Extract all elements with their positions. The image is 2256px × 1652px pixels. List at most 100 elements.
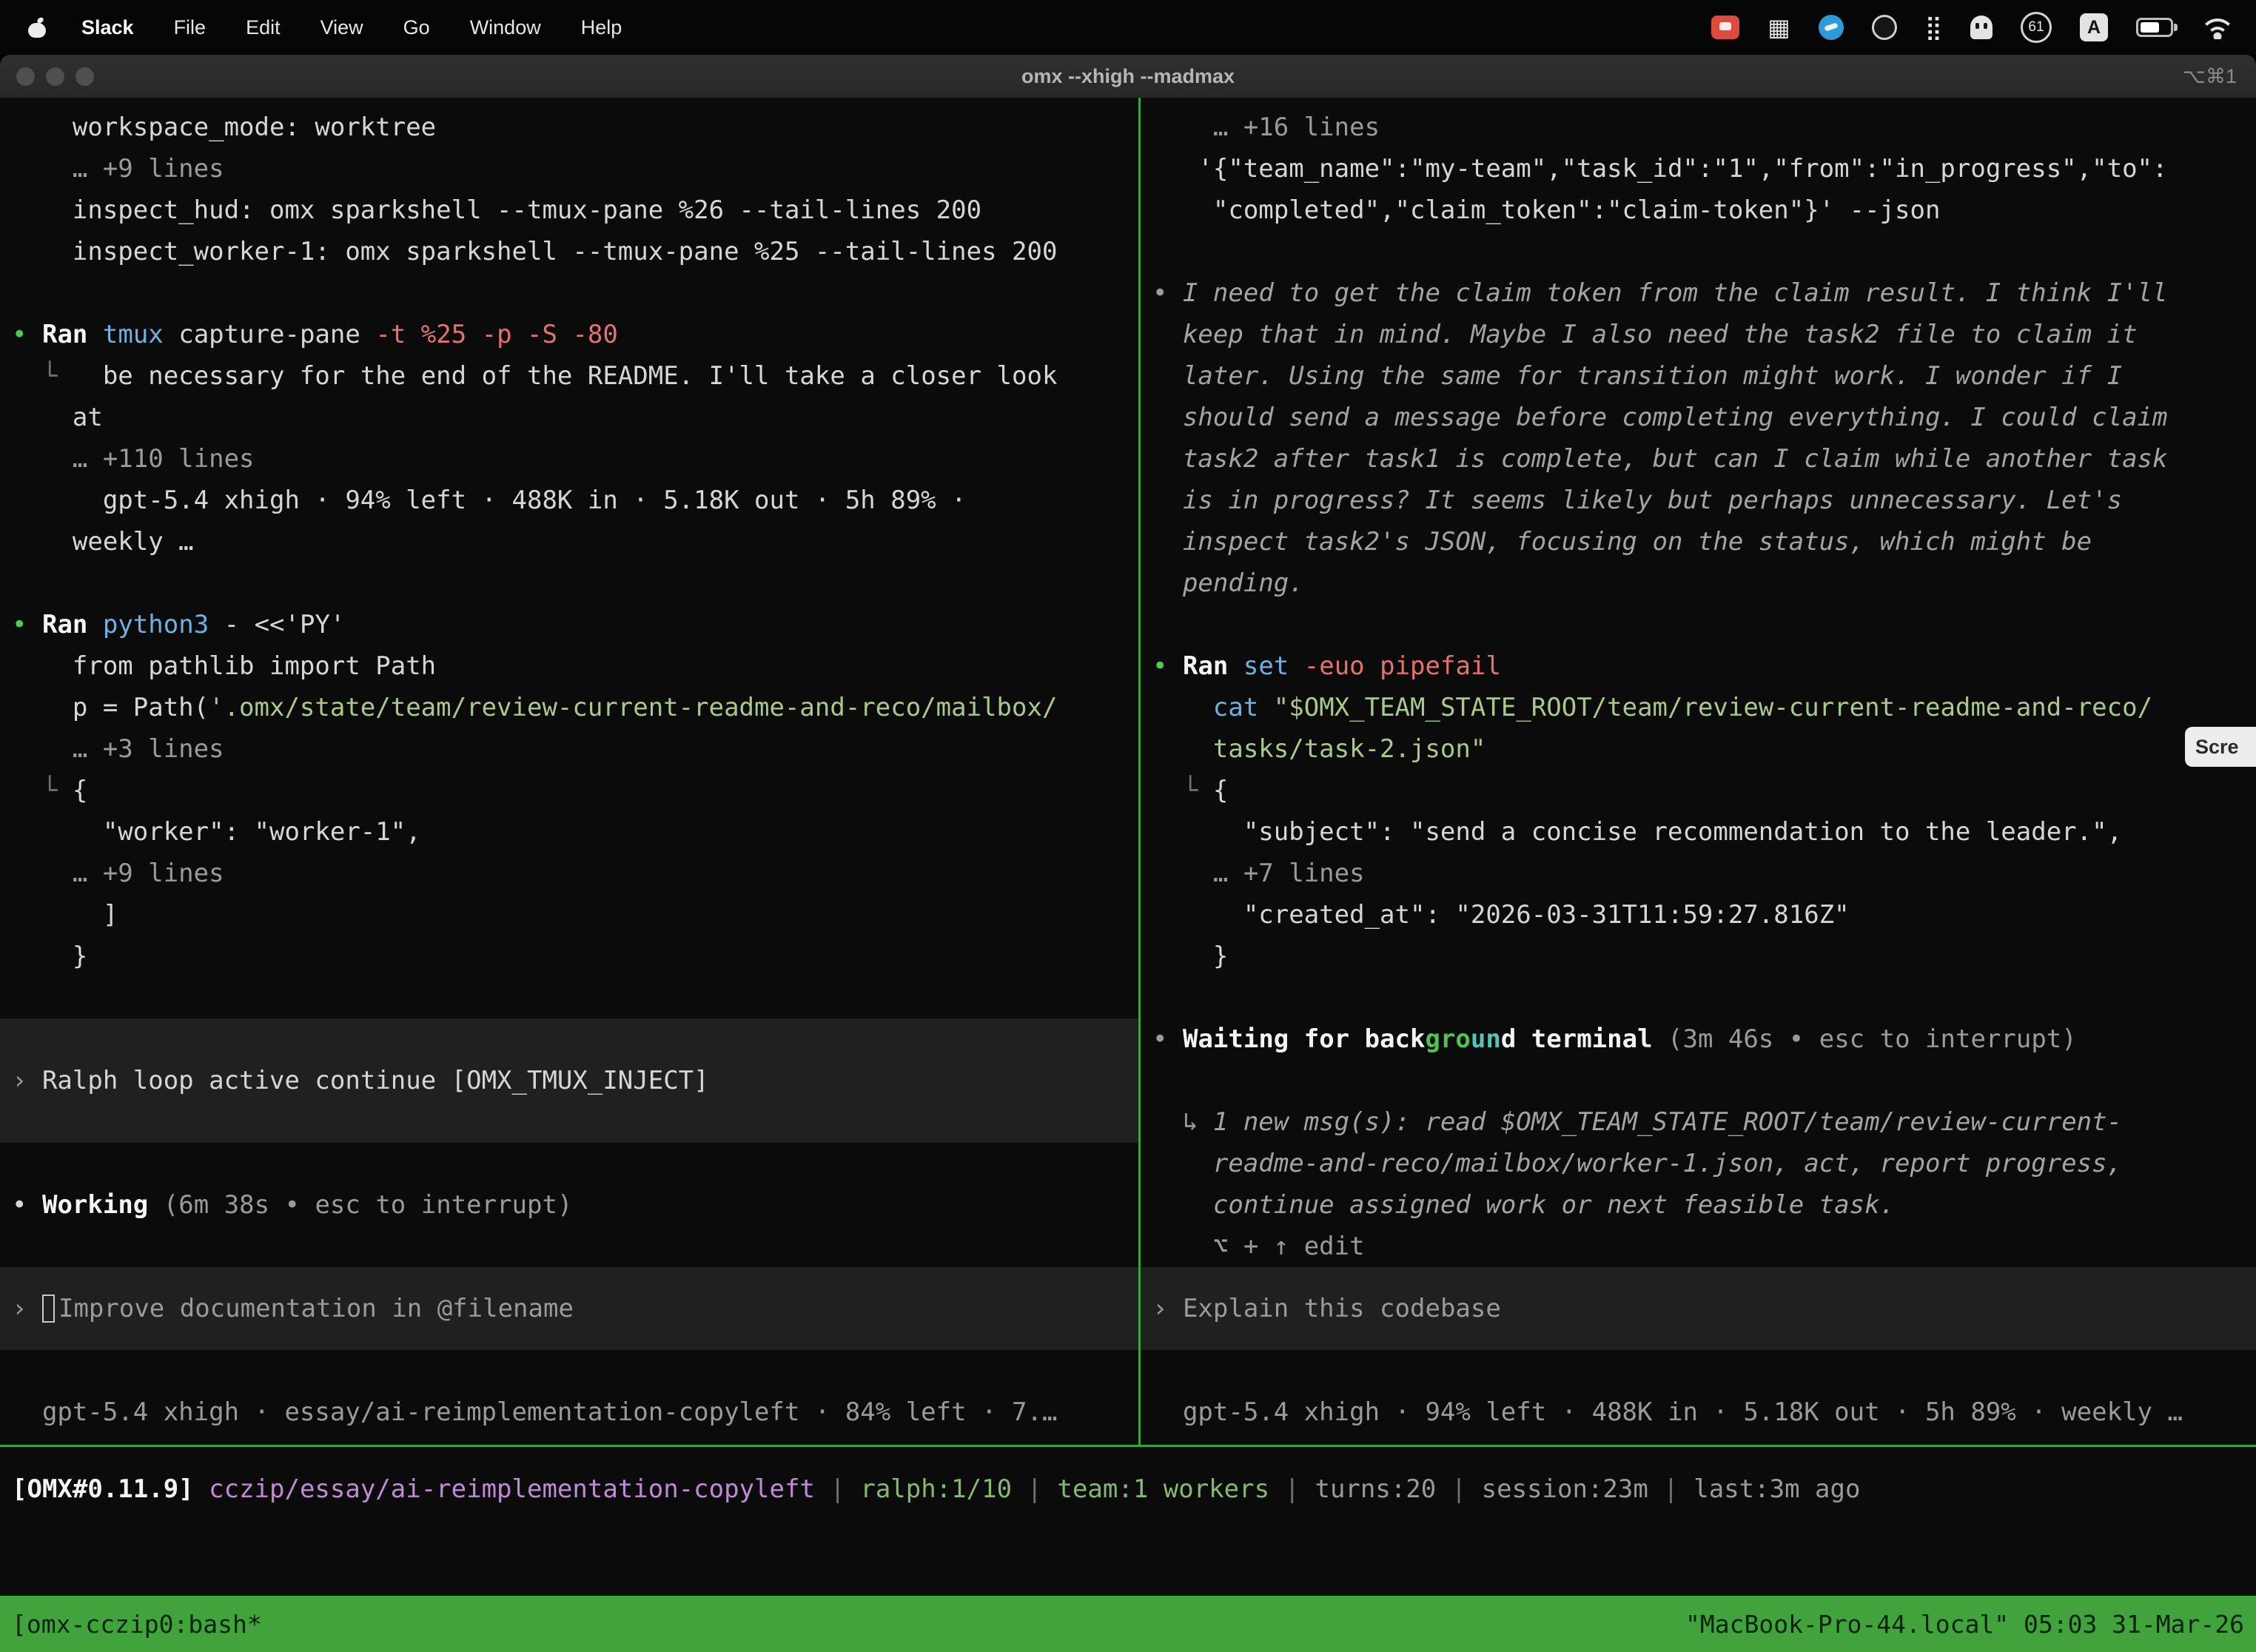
composer-input-row[interactable]: › Improve documentation in @filename	[0, 1267, 1138, 1350]
text-segment: p = Path(	[12, 693, 209, 722]
terminal-line: from pathlib import Path	[12, 645, 1138, 687]
ralph-loop-prompt-row[interactable]: › Ralph loop active continue [OMX_TMUX_I…	[0, 1018, 1138, 1143]
terminal-line: • I need to get the claim token from the…	[1152, 272, 2256, 314]
dark-app-icon[interactable]	[1872, 15, 1897, 40]
terminal-line: • Working (6m 38s • esc to interrupt)	[12, 1184, 1138, 1226]
text-segment	[148, 1190, 163, 1220]
menu-view[interactable]: View	[320, 16, 363, 39]
tmux-host-and-clock: "MacBook-Pro-44.local" 05:03 31-Mar-26	[1685, 1610, 2244, 1639]
apple-menu-icon[interactable]	[28, 18, 46, 38]
text-segment: "subject": "send a concise recommendatio…	[1152, 817, 2122, 847]
zoom-button[interactable]	[75, 67, 94, 86]
terminal-line: p = Path('.omx/state/team/review-current…	[12, 687, 1138, 728]
text-segment: |	[1269, 1474, 1315, 1504]
terminal-line: }	[12, 936, 1138, 977]
input-source-icon[interactable]: A	[2080, 13, 2108, 41]
terminal-line: gpt-5.4 xhigh · essay/ai-reimplementatio…	[12, 1391, 1138, 1433]
text-segment: |	[1648, 1474, 1693, 1504]
close-button[interactable]	[16, 67, 35, 86]
macos-menu-bar: Slack File Edit View Go Window Help ▦ ⣿ 61 A	[0, 0, 2256, 55]
text-segment	[1228, 651, 1243, 681]
text-segment	[1152, 734, 1213, 764]
terminal-line: "worker": "worker-1",	[12, 811, 1138, 853]
text-segment: Ran	[1183, 651, 1228, 681]
left-terminal-pane[interactable]: workspace_mode: worktree … +9 lines insp…	[0, 98, 1138, 1445]
terminal-line: inspect_hud: omx sparkshell --tmux-pane …	[12, 189, 1138, 231]
text-segment: … +110 lines	[12, 444, 255, 474]
text-segment: {	[1213, 776, 1228, 805]
blue-app-icon[interactable]	[1819, 15, 1844, 40]
text-segment: turns:20	[1315, 1474, 1436, 1504]
suggestion-explain-codebase-row[interactable]: › Explain this codebase	[1141, 1267, 2256, 1350]
right-terminal-pane[interactable]: … +16 lines '{"team_name":"my-team","tas…	[1141, 98, 2256, 1445]
text-segment: ›	[1152, 1288, 1167, 1329]
menu-help[interactable]: Help	[581, 16, 622, 39]
text-segment: ⌥ + ↑ edit	[1152, 1232, 1365, 1261]
text-segment	[194, 1474, 209, 1504]
terminal-line	[1152, 1060, 2256, 1101]
menu-window[interactable]: Window	[470, 16, 541, 39]
text-segment	[1258, 693, 1273, 722]
terminal-line: … +3 lines	[12, 728, 1138, 770]
text-segment: •	[1152, 278, 1167, 308]
battery-icon[interactable]	[2136, 18, 2173, 37]
text-segment: ]	[12, 900, 118, 930]
terminal-line: readme-and-reco/mailbox/worker-1.json, a…	[1152, 1143, 2256, 1184]
text-segment: I need to get the claim token from the c…	[1183, 278, 2168, 308]
menu-edit[interactable]: Edit	[246, 16, 281, 39]
text-segment: "completed","claim_token":"claim-token"}…	[1152, 195, 1940, 225]
text-segment: └	[12, 361, 103, 391]
text-segment: inspect_hud: omx sparkshell --tmux-pane …	[12, 195, 981, 225]
text-segment: Ran	[42, 610, 87, 639]
text-segment: set	[1243, 651, 1289, 681]
text-segment	[1167, 1024, 1182, 1054]
menu-slack[interactable]: Slack	[81, 16, 134, 39]
text-segment: gpt-5.4 xhigh · essay/ai-reimplementatio…	[12, 1397, 1057, 1427]
terminal-line: later. Using the same for transition mig…	[1152, 355, 2256, 397]
terminal-line: "completed","claim_token":"claim-token"}…	[1152, 189, 2256, 231]
wifi-icon[interactable]	[2201, 16, 2234, 39]
minimize-button[interactable]	[46, 67, 64, 86]
terminal-content: workspace_mode: worktree … +9 lines insp…	[0, 98, 2256, 1652]
ghost-icon[interactable]	[1970, 16, 1993, 39]
text-segment: keep that in mind. Maybe I also need the…	[1152, 320, 2138, 349]
text-segment: Explain this codebase	[1167, 1288, 1500, 1329]
keyboard-icon[interactable]: ▦	[1767, 13, 1790, 41]
text-segment: -euo pipefail	[1289, 651, 1501, 681]
text-segment: un	[1471, 1024, 1501, 1054]
terminal-line: ]	[12, 894, 1138, 936]
text-segment: }	[12, 941, 87, 971]
text-segment: "created_at": "2026-03-31T11:59:27.816Z"	[1152, 900, 1850, 930]
text-segment: - <<'PY'	[209, 610, 345, 639]
terminal-line: • Ran tmux capture-pane -t %25 -p -S -80	[12, 314, 1138, 355]
window-title-bar[interactable]: omx --xhigh --madmax ⌥⌘1	[0, 55, 2256, 98]
text-segment: [OMX#0.11.9]	[12, 1474, 194, 1504]
terminal-line: is in progress? It seems likely but perh…	[1152, 480, 2256, 521]
menu-go[interactable]: Go	[403, 16, 430, 39]
terminal-line	[12, 1143, 1138, 1184]
dots-grid-icon[interactable]: ⣿	[1925, 13, 1942, 41]
text-segment: capture-pane	[164, 320, 360, 349]
text-segment: should send a message before completing …	[1152, 403, 2167, 432]
text-segment: Improve documentation in @filename	[58, 1288, 574, 1329]
text-segment: last:3m ago	[1693, 1474, 1860, 1504]
menu-file[interactable]: File	[174, 16, 207, 39]
terminal-line: keep that in mind. Maybe I also need the…	[1152, 314, 2256, 355]
text-segment: … +9 lines	[12, 859, 224, 888]
text-segment: •	[12, 320, 27, 349]
terminal-line: workspace_mode: worktree	[12, 107, 1138, 148]
text-segment: gpt-5.4 xhigh · 94% left · 488K in · 5.1…	[1152, 1397, 2183, 1427]
terminal-line: }	[1152, 936, 2256, 977]
battery-percent-icon[interactable]: 61	[2021, 12, 2052, 43]
screen-recording-icon[interactable]	[1711, 16, 1739, 39]
text-segment: |	[1012, 1474, 1057, 1504]
text-segment: cczip/essay/ai-reimplementation-copyleft	[209, 1474, 815, 1504]
terminal-line: "created_at": "2026-03-31T11:59:27.816Z"	[1152, 894, 2256, 936]
text-segment: •	[1152, 1024, 1167, 1054]
pane-divider-horizontal	[0, 1445, 2256, 1447]
text-segment: tmux	[103, 320, 164, 349]
text-segment: (3m 46s • esc to interrupt)	[1668, 1024, 2077, 1054]
text-segment: └	[12, 776, 73, 805]
screen-share-pill[interactable]: Scre	[2185, 727, 2256, 767]
terminal-line: gpt-5.4 xhigh · 94% left · 488K in · 5.1…	[1152, 1391, 2256, 1433]
